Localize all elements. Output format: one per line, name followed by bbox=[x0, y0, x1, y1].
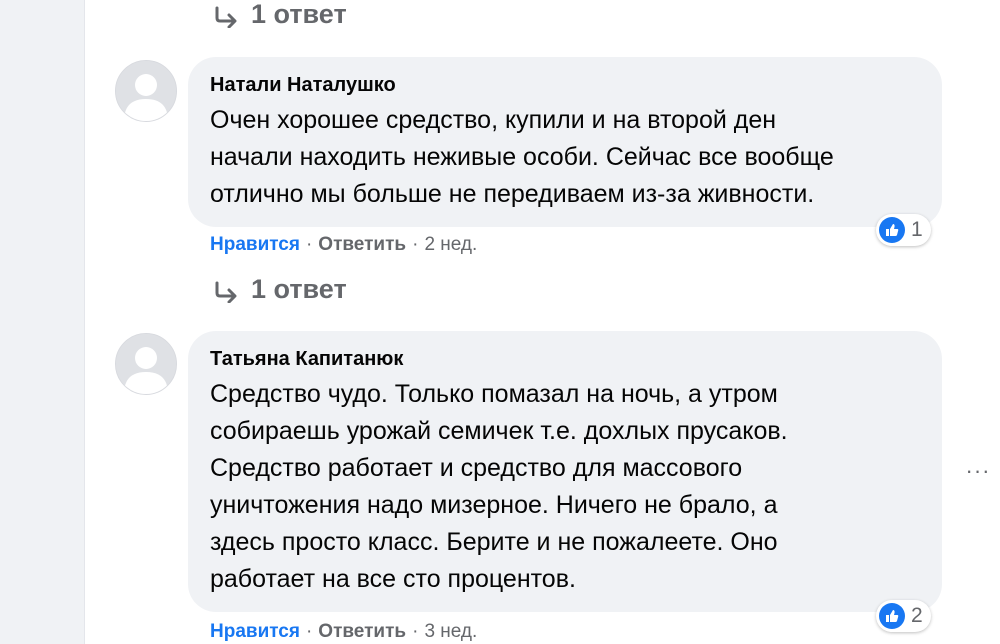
comment-timestamp[interactable]: 2 нед. bbox=[424, 234, 477, 256]
comment-line: работает на все сто процентов. bbox=[210, 565, 576, 593]
view-replies-label: 1 ответ bbox=[251, 274, 347, 304]
separator: · bbox=[412, 621, 419, 642]
more-options-icon[interactable]: ··· bbox=[963, 456, 993, 486]
comment-actions: Нравится · Ответить · 3 нед. bbox=[210, 621, 477, 643]
default-avatar-icon bbox=[116, 61, 176, 121]
comment-actions: Нравится · Ответить · 2 нед. bbox=[210, 234, 477, 256]
reaction-count: 1 bbox=[911, 218, 923, 241]
reaction-badge[interactable]: 2 bbox=[876, 600, 931, 632]
avatar[interactable] bbox=[115, 60, 177, 122]
left-gutter bbox=[0, 0, 85, 644]
thumbs-up-icon bbox=[879, 217, 905, 243]
reply-button[interactable]: Ответить bbox=[318, 621, 406, 643]
separator: · bbox=[305, 621, 313, 642]
comment-line: Очен хорошее средство, купили и на второ… bbox=[210, 106, 777, 134]
comment-author[interactable]: Татьяна Капитанюк bbox=[210, 346, 920, 372]
comment-bubble: Натали Наталушко Очен хорошее средство, … bbox=[188, 57, 942, 227]
view-replies-link[interactable]: 1 ответ bbox=[213, 274, 347, 305]
avatar[interactable] bbox=[115, 333, 177, 395]
comment-line: Средство работает и средство для массово… bbox=[210, 454, 743, 482]
comment-timestamp[interactable]: 3 нед. bbox=[424, 621, 477, 643]
comment-line: начали находить неживые особи. Сейчас вс… bbox=[210, 143, 834, 171]
reaction-badge[interactable]: 1 bbox=[876, 214, 931, 246]
separator: · bbox=[412, 234, 419, 255]
thumbs-up-icon bbox=[879, 603, 905, 629]
reply-arrow-icon bbox=[213, 279, 239, 303]
comment-line: Средство чудо. Только помазал на ночь, а… bbox=[210, 380, 778, 408]
like-button[interactable]: Нравится bbox=[210, 234, 300, 256]
reaction-count: 2 bbox=[911, 604, 923, 627]
comment-line: здесь просто класс. Берите и не пожалеет… bbox=[210, 528, 778, 556]
comment-bubble: Татьяна Капитанюк Средство чудо. Только … bbox=[188, 331, 942, 612]
comment-author[interactable]: Натали Наталушко bbox=[210, 72, 920, 98]
reply-arrow-icon bbox=[213, 4, 239, 28]
default-avatar-icon bbox=[116, 334, 176, 394]
separator: · bbox=[305, 234, 313, 255]
comment-line: уничтожения надо мизерное. Ничего не бра… bbox=[210, 491, 778, 519]
comment-text: Средство чудо. Только помазал на ночь, а… bbox=[210, 376, 920, 598]
comment-line: собираешь урожай семичек т.е. дохлых пру… bbox=[210, 417, 788, 445]
view-replies-link[interactable]: 1 ответ bbox=[213, 0, 347, 30]
reply-button[interactable]: Ответить bbox=[318, 234, 406, 256]
like-button[interactable]: Нравится bbox=[210, 621, 300, 643]
comment-text: Очен хорошее средство, купили и на второ… bbox=[210, 102, 920, 213]
view-replies-label: 1 ответ bbox=[251, 0, 347, 29]
comment-line: отлично мы больше не передиваем из-за жи… bbox=[210, 180, 815, 208]
